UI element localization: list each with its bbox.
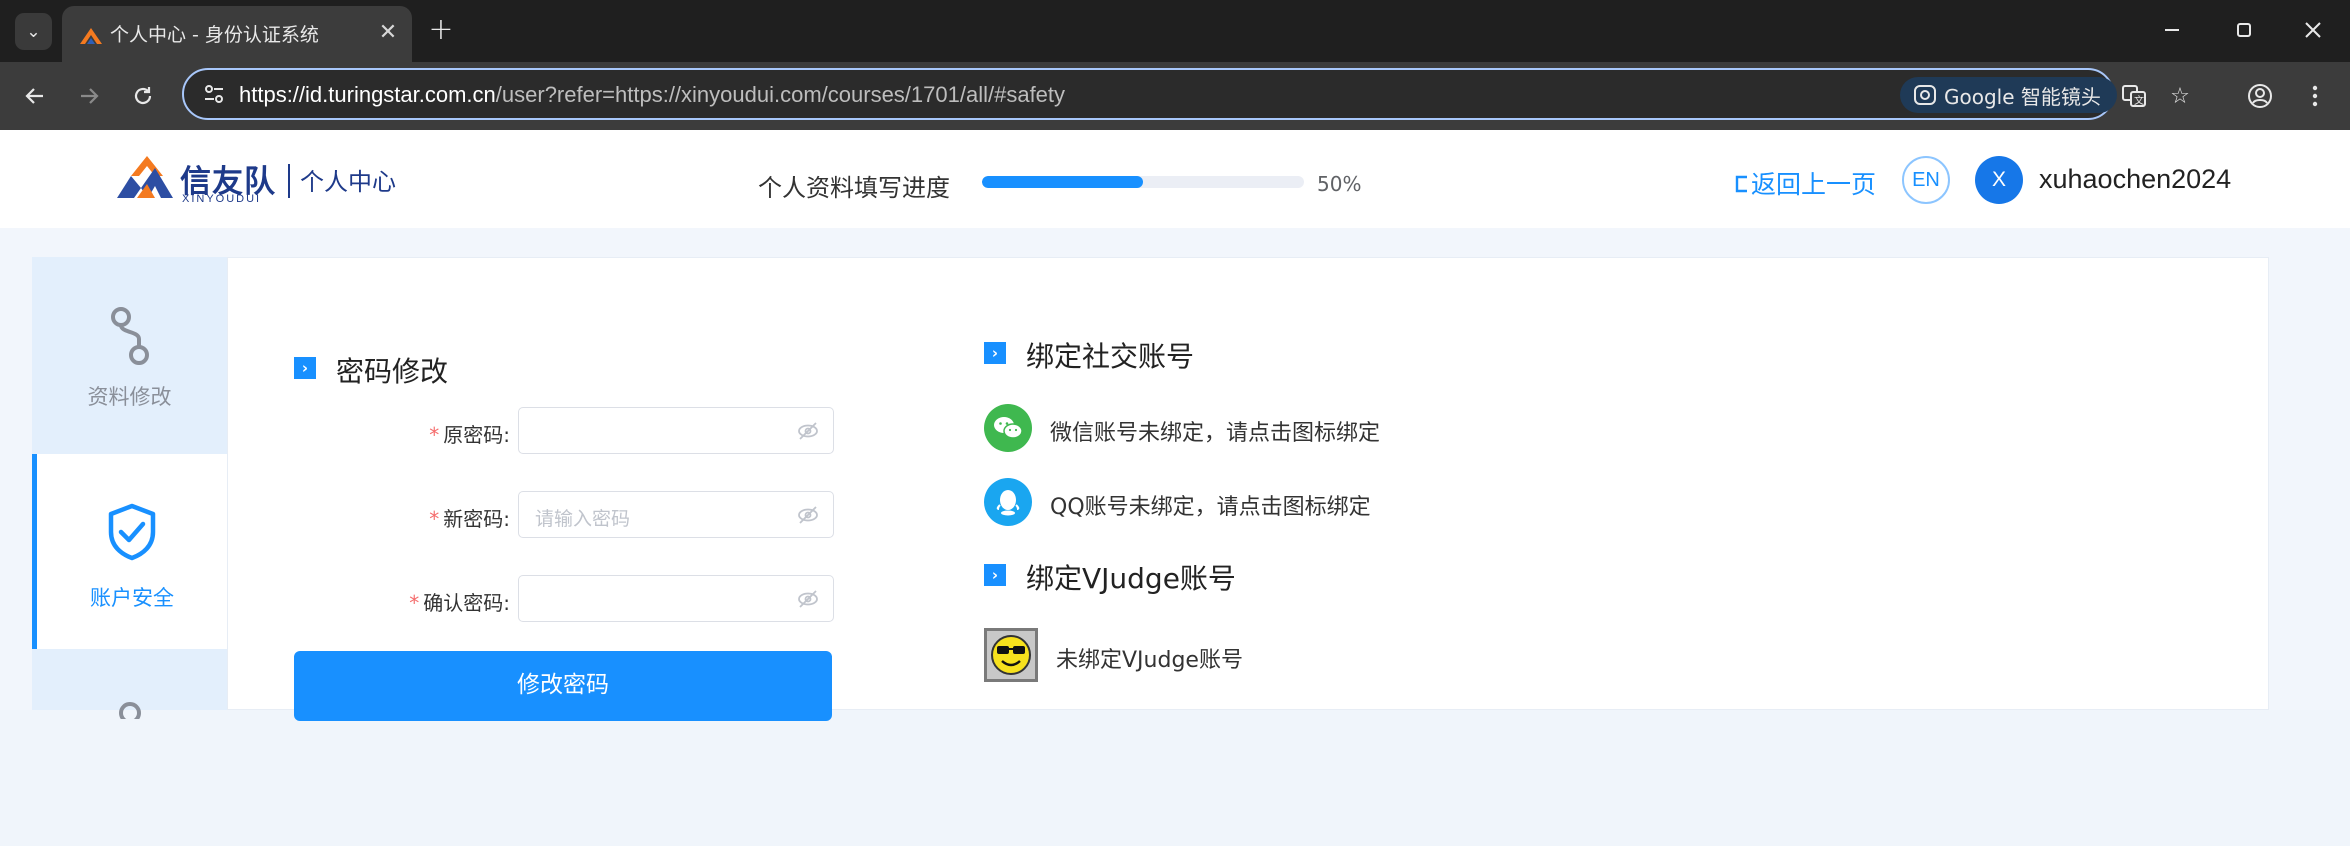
tab-title: 个人中心 - 身份认证系统 xyxy=(110,24,319,46)
sidebar: 资料修改 账户安全 xyxy=(32,257,227,719)
vjudge-section-title: 绑定VJudge账号 xyxy=(1026,562,1236,595)
site-header: 信友队 XINYOUDUI 个人中心 个人资料填写进度 50% 返回上一页 EN… xyxy=(0,130,2350,228)
sidebar-item-label: 账户安全 xyxy=(90,586,174,610)
tab-close-icon[interactable]: ✕ xyxy=(374,18,402,46)
browser-toolbar: https://id.turingstar.com.cn/user?refer=… xyxy=(0,62,2350,130)
main-content: › 密码修改 * 原密码: * 新密码: 请输入密码 * 确认密码: 修改密码 › 绑… xyxy=(227,257,2269,721)
window-close-icon[interactable] xyxy=(2293,12,2333,48)
google-lens-chip[interactable]: Google 智能镜头 xyxy=(1900,77,2117,113)
maximize-icon[interactable] xyxy=(2224,12,2264,48)
page-title: 个人中心 xyxy=(300,168,396,196)
avatar[interactable]: X xyxy=(1975,156,2023,204)
partial-menu-icon xyxy=(118,702,141,719)
eye-hidden-icon[interactable] xyxy=(797,588,819,610)
sidebar-item-security[interactable]: 账户安全 xyxy=(32,454,227,649)
more-menu-icon[interactable] xyxy=(2296,77,2334,115)
profile-progress-percent: 50% xyxy=(1317,172,1362,196)
new-tab-button[interactable]: + xyxy=(424,12,458,47)
back-arrow-icon[interactable] xyxy=(16,77,54,115)
sidebar-item-label: 资料修改 xyxy=(87,385,172,409)
xinyoudui-logo-icon[interactable] xyxy=(117,154,177,206)
eye-hidden-icon[interactable] xyxy=(797,504,819,526)
new-password-input[interactable]: 请输入密码 xyxy=(518,491,834,538)
language-switch-button[interactable]: EN xyxy=(1902,156,1950,204)
old-password-input[interactable] xyxy=(518,407,834,454)
url-text[interactable]: https://id.turingstar.com.cn/user?refer=… xyxy=(239,82,1065,108)
return-icon xyxy=(1735,175,1747,193)
confirm-password-input[interactable] xyxy=(518,575,834,622)
old-password-label: * 原密码: xyxy=(429,423,510,447)
site-info-icon[interactable] xyxy=(202,82,226,106)
browser-tab-bar: ⌄ 个人中心 - 身份认证系统 ✕ + xyxy=(0,0,2350,62)
eye-hidden-icon[interactable] xyxy=(797,420,819,442)
wechat-status-text: 微信账号未绑定，请点击图标绑定 xyxy=(1050,421,1381,446)
back-link[interactable]: 返回上一页 xyxy=(1733,165,1876,201)
sidebar-item-more[interactable] xyxy=(32,651,227,846)
address-bar[interactable]: https://id.turingstar.com.cn/user?refer=… xyxy=(182,68,2190,120)
profile-progress-label: 个人资料填写进度 xyxy=(758,174,950,202)
qq-icon[interactable] xyxy=(984,478,1032,526)
new-password-label: * 新密码: xyxy=(429,507,510,531)
section-marker-icon: › xyxy=(984,564,1006,586)
profile-account-icon[interactable] xyxy=(2241,77,2279,115)
confirm-password-label: * 确认密码: xyxy=(409,591,510,615)
qq-status-text: QQ账号未绑定，请点击图标绑定 xyxy=(1050,495,1371,520)
brand-divider xyxy=(288,164,290,198)
minimize-icon[interactable] xyxy=(2152,12,2192,48)
profile-edit-icon xyxy=(110,307,149,365)
brand-subtitle: XINYOUDUI xyxy=(182,193,262,205)
change-password-button[interactable]: 修改密码 xyxy=(294,651,832,721)
chevron-down-icon: ⌄ xyxy=(26,21,41,42)
section-marker-icon: › xyxy=(294,357,316,379)
page: 信友队 XINYOUDUI 个人中心 个人资料填写进度 50% 返回上一页 EN… xyxy=(0,130,2350,721)
profile-progress-bar xyxy=(982,176,1304,188)
reload-icon[interactable] xyxy=(124,77,162,115)
section-marker-icon: › xyxy=(984,342,1006,364)
translate-icon[interactable]: 文 xyxy=(2120,82,2148,110)
tab-search-button[interactable]: ⌄ xyxy=(15,13,52,50)
vjudge-avatar-icon[interactable] xyxy=(984,628,1038,682)
forward-arrow-icon[interactable] xyxy=(70,77,108,115)
vjudge-status-text: 未绑定VJudge账号 xyxy=(1056,648,1243,673)
username[interactable]: xuhaochen2024 xyxy=(2039,164,2231,195)
browser-tab-active[interactable]: 个人中心 - 身份认证系统 ✕ xyxy=(62,6,412,62)
lens-icon xyxy=(1914,85,1936,105)
profile-progress-fill xyxy=(982,176,1143,188)
bookmark-star-icon[interactable]: ☆ xyxy=(2166,82,2194,110)
site-favicon-icon xyxy=(80,28,102,44)
wechat-icon[interactable] xyxy=(984,404,1032,452)
password-section-title: 密码修改 xyxy=(336,355,449,388)
svg-text:文: 文 xyxy=(2134,94,2144,107)
sidebar-item-profile[interactable]: 资料修改 xyxy=(32,257,227,452)
social-section-title: 绑定社交账号 xyxy=(1026,340,1195,373)
shield-check-icon xyxy=(108,503,156,561)
